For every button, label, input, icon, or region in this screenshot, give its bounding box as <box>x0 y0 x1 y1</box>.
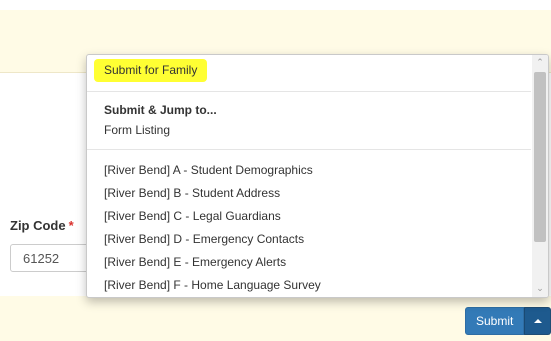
menu-item-form[interactable]: [River Bend] F - Home Language Survey <box>87 274 321 297</box>
chevron-down-icon[interactable]: ⌄ <box>535 283 545 295</box>
menu-item-form[interactable]: [River Bend] B - Student Address <box>87 182 321 205</box>
form-list: [River Bend] A - Student Demographics [R… <box>87 159 321 297</box>
chevron-up-icon[interactable]: ⌃ <box>535 57 545 69</box>
required-asterisk: * <box>68 218 74 233</box>
caret-up-icon <box>533 319 542 323</box>
menu-header-submit-jump: Submit & Jump to... <box>104 103 217 117</box>
menu-divider <box>87 91 531 92</box>
zip-code-label-text: Zip Code <box>10 218 66 233</box>
submit-dropdown-menu: Submit for Family Submit & Jump to... Fo… <box>86 54 549 298</box>
submit-split-button: Submit <box>465 307 551 335</box>
zip-code-label: Zip Code * <box>10 218 74 233</box>
scrollbar-thumb[interactable] <box>534 72 546 242</box>
menu-item-form[interactable]: [River Bend] D - Emergency Contacts <box>87 228 321 251</box>
dropdown-scrollbar[interactable]: ⌃ ⌄ <box>532 55 548 297</box>
submit-dropdown-toggle[interactable] <box>524 307 551 335</box>
menu-item-form-listing[interactable]: Form Listing <box>104 123 170 137</box>
menu-item-form[interactable]: [River Bend] E - Emergency Alerts <box>87 251 321 274</box>
menu-divider <box>87 149 531 150</box>
menu-item-form[interactable]: [River Bend] C - Legal Guardians <box>87 205 321 228</box>
menu-item-form[interactable]: [River Bend] A - Student Demographics <box>87 159 321 182</box>
menu-item-submit-for-family[interactable]: Submit for Family <box>94 59 208 82</box>
submit-button[interactable]: Submit <box>465 307 525 335</box>
